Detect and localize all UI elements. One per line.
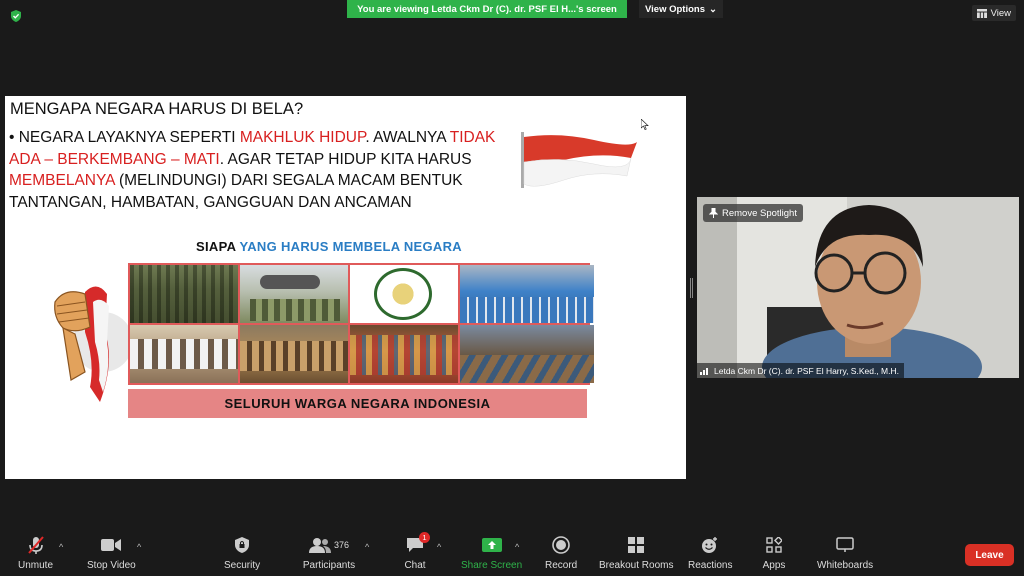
apps-label: Apps [762, 560, 786, 571]
security-label: Security [224, 560, 261, 571]
record-button[interactable]: Record [545, 534, 577, 571]
speaker-video-frame [697, 197, 1019, 378]
share-screen-button[interactable]: Share Screen [461, 534, 522, 571]
muted-microphone-icon [24, 534, 48, 556]
view-options-label: View Options [645, 3, 706, 15]
disaster-relief-photo [460, 325, 594, 383]
encryption-shield-icon[interactable] [9, 9, 23, 23]
participants-button[interactable]: 376 Participants [301, 534, 357, 571]
top-bar: You are viewing Letda Ckm Dr (C). dr. PS… [0, 0, 1024, 28]
share-options-caret-icon[interactable]: ^ [515, 542, 519, 552]
traditional-dancers-photo [350, 325, 458, 383]
reactions-label: Reactions [688, 560, 733, 571]
view-label: View [990, 7, 1011, 19]
scouts-photo [240, 325, 348, 383]
view-options-button[interactable]: View Options ⌄ [639, 0, 723, 18]
audio-options-caret-icon[interactable]: ^ [59, 542, 63, 552]
leave-button[interactable]: Leave [965, 544, 1014, 566]
pin-icon [709, 208, 718, 218]
unmute-label: Unmute [18, 560, 54, 571]
chat-unread-badge: 1 [419, 532, 430, 543]
warga-negara-banner: SELURUH WARGA NEGARA INDONESIA [128, 389, 587, 418]
slide-bullet: • NEGARA LAYAKNYA SEPERTI MAKHLUK HIDUP.… [9, 129, 496, 211]
siapa-prefix: SIAPA [196, 239, 240, 254]
siapa-highlight: YANG HARUS MEMBELA NEGARA [239, 239, 462, 254]
mouse-cursor-icon [641, 119, 649, 130]
stop-video-button[interactable]: Stop Video [87, 534, 136, 571]
students-photo [130, 325, 238, 383]
video-options-caret-icon[interactable]: ^ [137, 542, 141, 552]
bullet-text-2: . AWALNYA [365, 129, 450, 146]
participants-options-caret-icon[interactable]: ^ [365, 542, 369, 552]
video-camera-icon [99, 534, 123, 556]
participants-label: Participants [302, 560, 356, 571]
participant-name-tag: Letda Ckm Dr (C). dr. PSF El Harry, S.Ke… [697, 363, 904, 378]
breakout-rooms-button[interactable]: Breakout Rooms [599, 534, 673, 571]
bullet-text-1: NEGARA LAYAKNYA SEPERTI [18, 129, 240, 146]
chat-options-caret-icon[interactable]: ^ [437, 542, 441, 552]
chat-label: Chat [404, 560, 426, 571]
shared-screen-slide: MENGAPA NEGARA HARUS DI BELA? • NEGARA L… [5, 96, 686, 479]
helicopter-troops-photo [240, 265, 348, 323]
participants-icon [308, 538, 331, 553]
reactions-button[interactable]: Reactions [688, 534, 732, 571]
stop-video-label: Stop Video [87, 560, 136, 571]
bullet-highlight-3: MEMBELANYA [9, 172, 115, 189]
slide-title: MENGAPA NEGARA HARUS DI BELA? [10, 100, 304, 118]
whiteboard-icon [833, 534, 857, 556]
viewing-screen-banner: You are viewing Letda Ckm Dr (C). dr. PS… [347, 0, 627, 18]
view-button[interactable]: View [971, 5, 1016, 21]
bullet-text-3: . AGAR TETAP HIDUP KITA HARUS [219, 150, 472, 168]
security-button[interactable]: Security [224, 534, 260, 571]
apps-button[interactable]: Apps [762, 534, 786, 571]
security-shield-icon [230, 534, 254, 556]
siapa-heading: SIAPA YANG HARUS MEMBELA NEGARA [196, 239, 462, 254]
fist-holding-flag-image [54, 286, 131, 402]
chevron-down-icon: ⌄ [709, 3, 717, 15]
share-screen-icon [480, 534, 504, 556]
apps-icon [762, 534, 786, 556]
unmute-button[interactable]: Unmute [18, 534, 53, 571]
record-label: Record [545, 560, 578, 571]
panel-resize-handle[interactable] [690, 278, 693, 298]
chat-bubble-icon: 1 [403, 532, 430, 556]
signal-bars-icon [700, 367, 708, 375]
meeting-toolbar: Unmute ^ Stop Video ^ Security 376 Parti… [0, 530, 1024, 576]
breakout-rooms-label: Breakout Rooms [599, 560, 674, 571]
record-icon [549, 534, 573, 556]
indonesian-flag-image [521, 132, 637, 188]
whiteboards-label: Whiteboards [817, 560, 874, 571]
soldiers-photo [130, 265, 238, 323]
smiley-icon [698, 534, 722, 556]
photo-collage [128, 263, 594, 385]
remove-spotlight-button[interactable]: Remove Spotlight [703, 204, 803, 222]
blue-uniform-group-photo [460, 265, 594, 323]
bullet-highlight-1: MAKHLUK HIDUP [239, 129, 366, 146]
participants-count: 376 [333, 540, 350, 550]
speaker-video[interactable]: Remove Spotlight Letda Ckm Dr (C). dr. P… [697, 197, 1019, 378]
whiteboards-button[interactable]: Whiteboards [817, 534, 873, 571]
participant-name: Letda Ckm Dr (C). dr. PSF El Harry, S.Ke… [714, 365, 899, 376]
garuda-emblem-photo [350, 265, 458, 323]
grid-view-icon [976, 8, 987, 18]
share-screen-label: Share Screen [461, 560, 523, 571]
remove-spotlight-label: Remove Spotlight [722, 207, 797, 219]
breakout-rooms-icon [624, 534, 648, 556]
chat-button[interactable]: 1 Chat [403, 532, 430, 571]
participants-icon-group: 376 [301, 534, 357, 556]
